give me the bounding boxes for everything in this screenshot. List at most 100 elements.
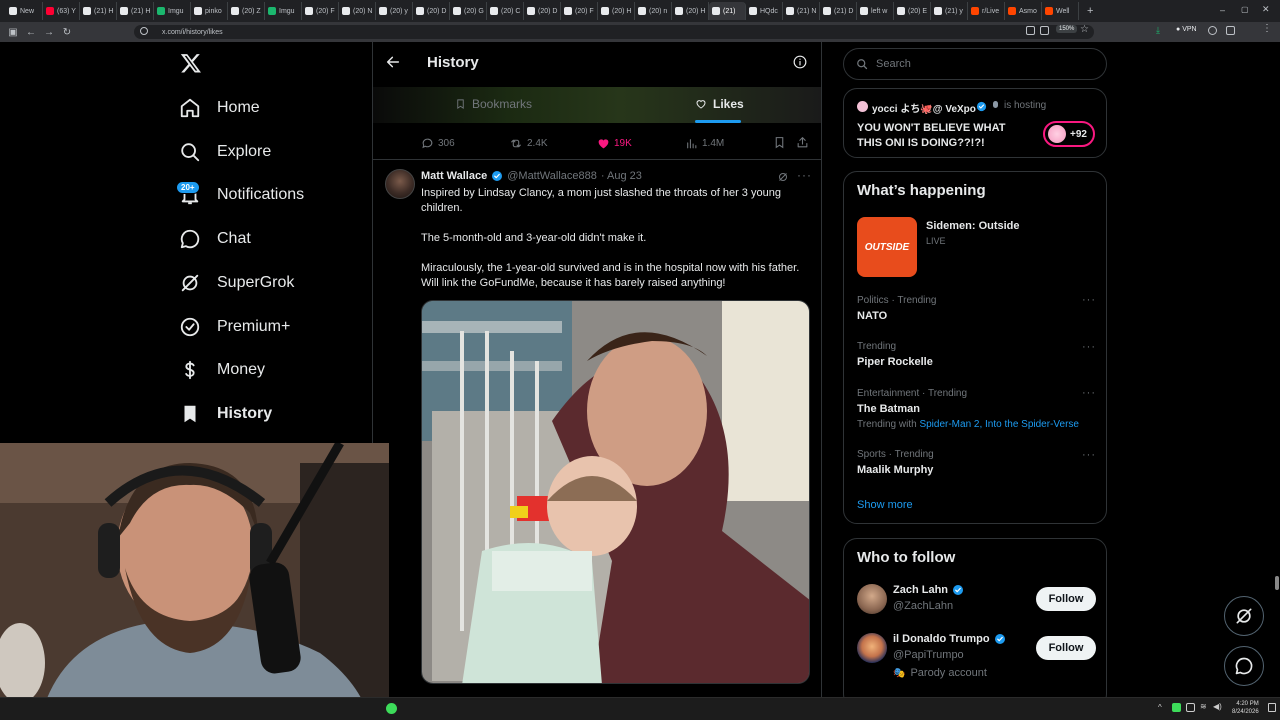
browser-tab[interactable]: (21) y [931,2,968,20]
more-options-icon[interactable]: ··· [1082,387,1096,399]
browser-tab[interactable]: pinko [191,2,228,20]
nav-explore[interactable]: Explore [179,137,271,167]
tray-chevron-icon[interactable]: ^ [1158,703,1162,712]
address-bar[interactable]: x.com/i/history/likes [134,25,1094,39]
star-icon[interactable]: ☆ [1080,24,1089,35]
event-name[interactable]: Sidemen: Outside [926,220,1020,232]
follow-button[interactable]: Follow [1036,587,1096,611]
reader-icon[interactable] [1026,26,1035,35]
trend-with-link[interactable]: Spider-Man 2, Into the Spider-Verse [919,419,1079,430]
browser-tab[interactable]: Well [1042,2,1079,20]
back-arrow-icon[interactable]: ← [22,23,40,41]
nav-money[interactable]: Money [179,355,265,385]
back-arrow-icon[interactable] [385,54,401,70]
nav-premium[interactable]: Premium+ [179,312,290,342]
info-icon[interactable] [793,55,807,69]
browser-tab[interactable]: HQdc [746,2,783,20]
author-name[interactable]: Matt Wallace [421,170,487,182]
clock[interactable]: 4:20 PM 8/24/2026 [1232,700,1259,716]
notifications-tray-icon[interactable] [1268,703,1276,712]
browser-tab[interactable]: (63) Y [43,2,80,20]
volume-icon[interactable]: ◀) [1213,702,1222,711]
tab-bookmarks[interactable]: Bookmarks [455,97,532,111]
author-handle[interactable]: @MattWallace888 [507,170,597,182]
browser-tab[interactable]: (21) [709,2,746,20]
grok-explain-icon[interactable] [777,171,789,183]
views-button[interactable]: 1.4M [685,137,724,150]
more-options-icon[interactable]: ··· [797,168,812,182]
live-space-card[interactable]: yocci よち🐙@ VeXpo is hosting YOU WON'T BE… [843,88,1107,158]
install-app-icon[interactable] [1040,26,1049,35]
nav-supergrok[interactable]: SuperGrok [179,268,294,298]
browser-tab[interactable]: (20) y [376,2,413,20]
scrollbar-thumb[interactable] [1275,576,1279,590]
download-icon[interactable]: ⤓ [1156,25,1160,36]
browser-tab[interactable]: (20) N [339,2,376,20]
browser-tab[interactable]: r/Live [968,2,1005,20]
messages-fab[interactable] [1224,646,1264,686]
follow-button[interactable]: Follow [1036,636,1096,660]
browser-tab[interactable]: (21) H [80,2,117,20]
browser-tab[interactable]: Imgu [265,2,302,20]
profile-icon[interactable] [1208,26,1217,35]
show-more-link[interactable]: Show more [857,499,913,511]
nav-home[interactable]: Home [179,93,260,123]
browser-tab[interactable]: (20) D [524,2,561,20]
app-launcher-icon[interactable] [386,703,397,714]
zoom-level[interactable]: 150% [1056,25,1078,33]
browser-tab[interactable]: (20) C [487,2,524,20]
close-window-icon[interactable]: ✕ [1262,4,1270,15]
event-thumbnail[interactable]: OUTSIDE [857,217,917,277]
sidebar-toggle-icon[interactable]: ▣ [4,23,22,41]
menu-icon[interactable]: ⋮ [1262,23,1272,34]
tray-app-icon[interactable] [1186,703,1195,712]
browser-tab[interactable]: (21) D [820,2,857,20]
minimize-icon[interactable]: – [1220,5,1225,15]
tray-app-icon[interactable] [1172,703,1181,712]
browser-tab[interactable]: New [6,2,43,20]
suggested-user-name[interactable]: il Donaldo Trumpo [893,633,1006,645]
author-avatar[interactable] [385,169,415,199]
browser-tab[interactable]: (20) Z [228,2,265,20]
vpn-button[interactable]: ● VPN [1176,26,1197,33]
avatar[interactable] [857,584,887,614]
forward-arrow-icon[interactable]: → [40,23,58,41]
search-input[interactable]: Search [843,48,1107,80]
browser-tab[interactable]: left w [857,2,894,20]
browser-tab[interactable]: (20) H [598,2,635,20]
share-button[interactable] [796,136,809,149]
tweet-date[interactable]: · Aug 23 [601,170,642,182]
new-tab-icon[interactable]: + [1087,5,1093,17]
more-options-icon[interactable]: ··· [1082,449,1096,461]
browser-tab[interactable]: (20) D [413,2,450,20]
reply-button[interactable]: 306 [421,137,455,150]
browser-tab[interactable]: Imgu [154,2,191,20]
bookmark-button[interactable] [773,136,786,149]
avatar[interactable] [857,633,887,663]
browser-tab[interactable]: (20) F [561,2,598,20]
browser-tab[interactable]: (21) H [117,2,154,20]
browser-tab[interactable]: Asmo [1005,2,1042,20]
maximize-icon[interactable]: ▢ [1241,5,1249,14]
tab-likes[interactable]: Likes [695,97,744,111]
suggested-user-name[interactable]: Zach Lahn [893,584,964,596]
reload-icon[interactable]: ↻ [58,23,76,41]
tweet-photo[interactable] [421,300,810,684]
network-icon[interactable]: ≋ [1200,702,1207,711]
extensions-icon[interactable] [1226,26,1235,35]
repost-button[interactable]: 2.4K [509,137,548,150]
browser-tab[interactable]: (20) n [635,2,672,20]
browser-tab[interactable]: (20) F [302,2,339,20]
like-button[interactable]: 19K [597,137,632,150]
more-options-icon[interactable]: ··· [1082,341,1096,353]
x-logo[interactable] [180,52,202,74]
browser-tab[interactable]: (20) H [672,2,709,20]
browser-tab[interactable]: (20) G [450,2,487,20]
more-options-icon[interactable]: ··· [1082,294,1096,306]
site-info-icon[interactable] [140,27,148,35]
browser-tab[interactable]: (20) E [894,2,931,20]
grok-fab[interactable] [1224,596,1264,636]
browser-tab[interactable]: (21) N [783,2,820,20]
nav-history[interactable]: History [179,399,272,429]
nav-chat[interactable]: Chat [179,224,251,254]
